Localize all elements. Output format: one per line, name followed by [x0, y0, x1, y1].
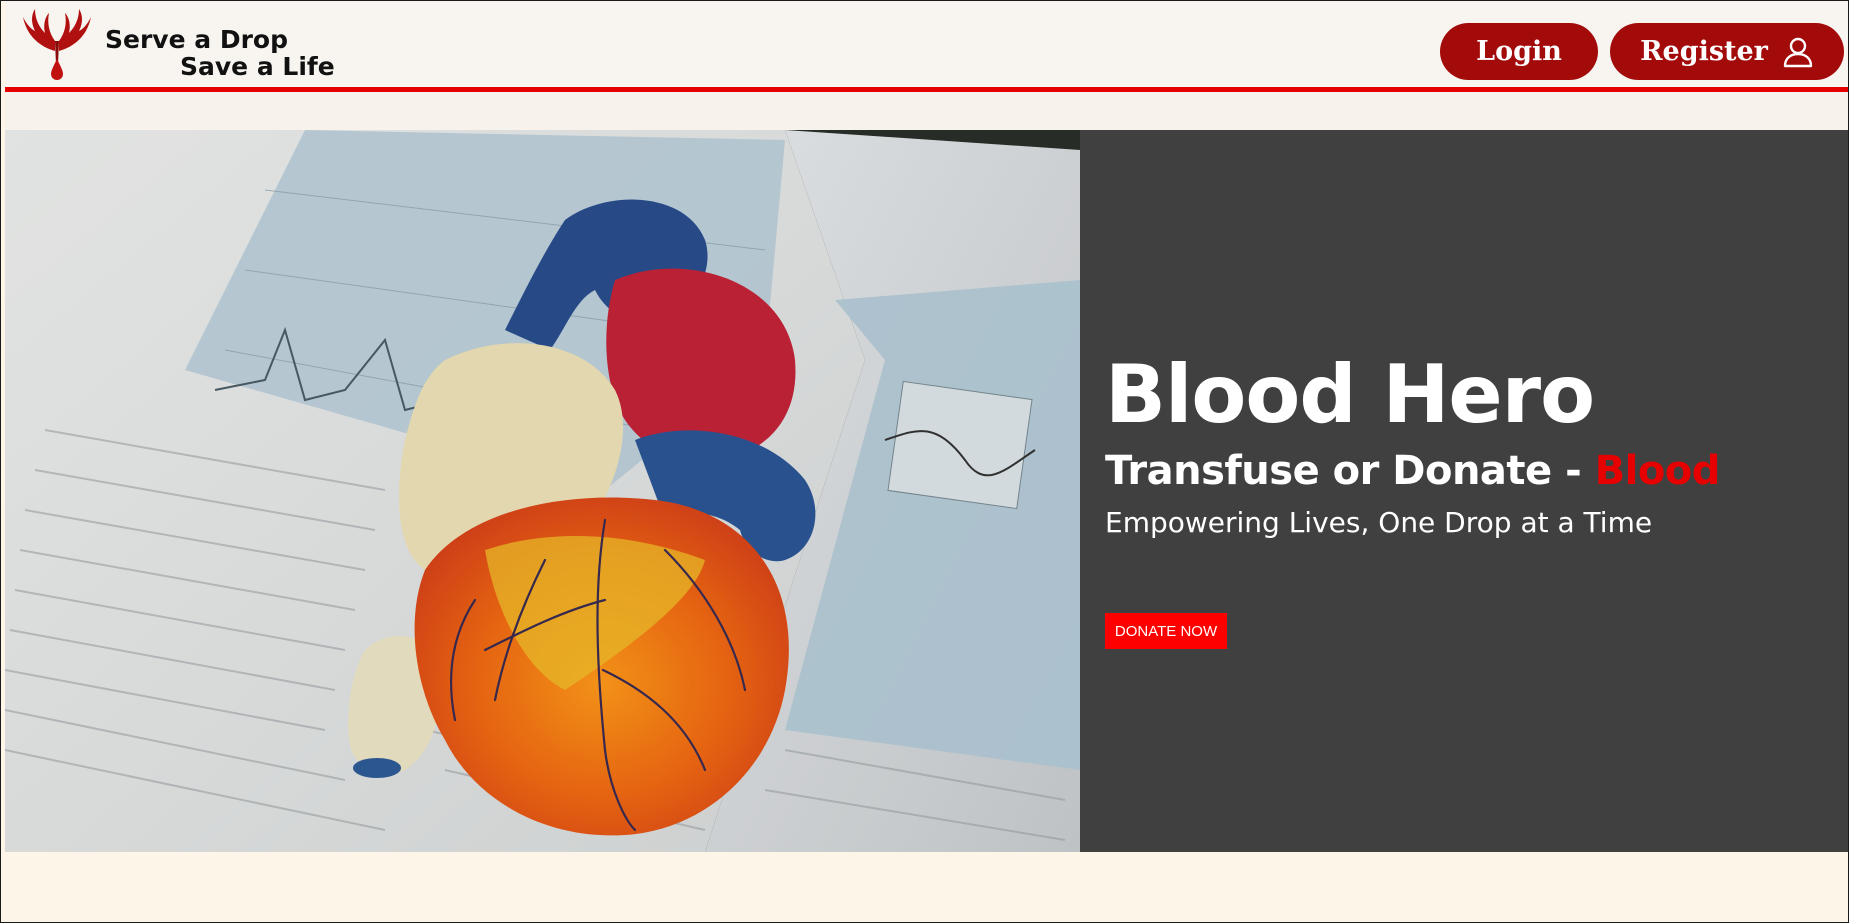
page-footer-band — [5, 852, 1848, 922]
site-header: Serve a Drop Save a Life Login Register — [5, 1, 1848, 87]
hero-subtitle-prefix: Transfuse or Donate - — [1105, 448, 1595, 494]
register-label: Register — [1640, 36, 1768, 67]
hero-subtitle-accent: Blood — [1594, 448, 1721, 494]
hero-title: Blood Hero — [1105, 348, 1595, 441]
hands-blood-drop-icon — [23, 9, 91, 80]
register-button[interactable]: Register — [1610, 23, 1844, 80]
heart-model-on-book-image — [5, 130, 1080, 852]
hero-section: Blood Hero Transfuse or Donate - Blood E… — [5, 130, 1848, 852]
app-window: Serve a Drop Save a Life Login Register — [0, 0, 1849, 923]
login-label: Login — [1476, 36, 1562, 67]
brand-logo[interactable]: Serve a Drop Save a Life — [19, 7, 335, 81]
hero-tagline: Empowering Lives, One Drop at a Time — [1105, 506, 1653, 539]
hero-subtitle: Transfuse or Donate - Blood — [1105, 448, 1720, 494]
hero-text-panel: Blood Hero Transfuse or Donate - Blood E… — [1080, 130, 1848, 852]
brand-line-1: Serve a Drop — [105, 25, 288, 54]
login-button[interactable]: Login — [1440, 23, 1598, 80]
user-icon — [1783, 37, 1813, 67]
sub-header-bar — [5, 92, 1848, 130]
donate-now-button[interactable]: DONATE NOW — [1105, 613, 1227, 649]
hero-photo-illustration — [5, 130, 1080, 852]
brand-line-2: Save a Life — [180, 52, 335, 81]
